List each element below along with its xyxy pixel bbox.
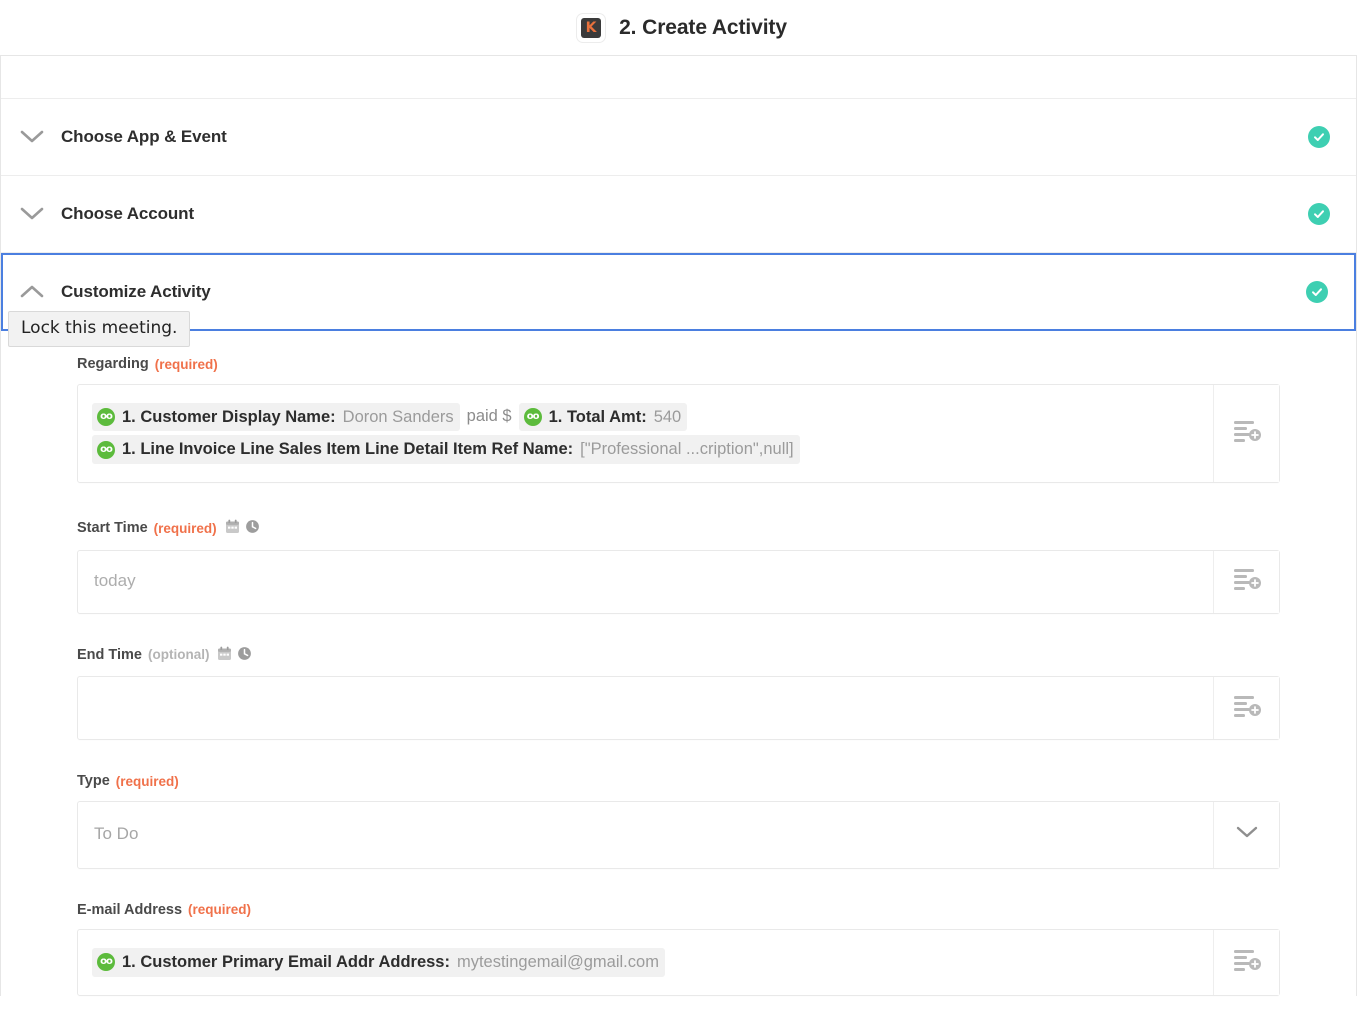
field-type: Type (required) To Do [1,774,1356,869]
section-title: Choose App & Event [61,127,1308,147]
quickbooks-icon: oo [97,408,115,426]
field-label-end-time: End Time (optional) [77,646,1280,665]
field-label-start-time: Start Time (required) [77,519,1280,538]
field-label-regarding: Regarding (required) [77,357,1280,372]
required-marker: (required) [154,522,217,536]
insert-data-icon [1232,565,1262,598]
regarding-input-wrap[interactable]: oo 1. Customer Display Name: Doron Sande… [77,384,1280,484]
email-address-input[interactable]: oo 1. Customer Primary Email Addr Addres… [78,930,1213,995]
tooltip-lock-this-meeting: Lock this meeting. [8,311,190,347]
field-end-time: End Time (optional) [1,646,1356,741]
step-header: K 2. Create Activity [0,0,1364,55]
chevron-down-icon [1235,825,1259,845]
insert-data-button-end-time[interactable] [1213,677,1279,739]
label-icons [225,519,260,538]
token-value: Doron Sanders [343,405,454,430]
status-badge-complete [1308,203,1330,225]
create-activity-page: K 2. Create Activity Choose App & Event … [0,0,1364,1036]
insert-data-icon [1232,417,1262,450]
quickbooks-icon: oo [524,408,542,426]
sidebar-item-choose-account[interactable]: Choose Account [1,176,1356,253]
calendar-icon [225,519,240,538]
status-badge-complete [1306,281,1328,303]
label-text: Start Time [77,521,148,536]
token-key: 1. Line Invoice Line Sales Item Line Det… [122,437,573,462]
field-start-time: Start Time (required) [1,519,1356,614]
data-token[interactable]: oo 1. Customer Display Name: Doron Sande… [92,403,460,432]
data-token[interactable]: oo 1. Line Invoice Line Sales Item Line … [92,435,800,464]
insert-data-icon [1232,946,1262,979]
insert-data-button-regarding[interactable] [1213,385,1279,483]
section-title: Choose Account [61,204,1308,224]
regarding-input[interactable]: oo 1. Customer Display Name: Doron Sande… [78,385,1213,483]
quickbooks-icon: oo [97,953,115,971]
card-top-strip [1,56,1356,99]
status-badge-complete [1308,126,1330,148]
token-key: 1. Total Amt: [549,405,647,430]
clock-icon [245,519,260,538]
data-token[interactable]: oo 1. Customer Primary Email Addr Addres… [92,948,665,977]
data-token[interactable]: oo 1. Total Amt: 540 [519,403,688,432]
token-key: 1. Customer Primary Email Addr Address: [122,950,450,975]
insert-data-icon [1232,692,1262,725]
label-icons [217,646,252,665]
required-marker: (required) [155,358,218,372]
label-text: End Time [77,648,142,663]
sidebar-item-customize-activity[interactable]: Customize Activity [1,253,1356,331]
field-email-address: E-mail Address (required) oo 1. Customer… [1,903,1356,996]
label-text: Regarding [77,357,149,372]
start-time-placeholder: today [94,568,136,594]
field-regarding: Regarding (required) oo 1. Customer Disp… [1,357,1356,483]
type-select-value[interactable]: To Do [78,802,1213,868]
field-label-type: Type (required) [77,774,1280,789]
type-select-wrap[interactable]: To Do [77,801,1280,869]
field-label-email-address: E-mail Address (required) [77,903,1280,918]
chevron-down-icon[interactable] [17,122,47,152]
section-title: Customize Activity [61,282,1306,302]
token-value: 540 [654,405,682,430]
end-time-input-wrap[interactable] [77,676,1280,740]
keap-app-icon: K [577,14,605,42]
step-card: Choose App & Event Choose Account Custom… [0,55,1357,996]
chevron-up-icon[interactable] [17,277,47,307]
chevron-down-icon[interactable] [17,199,47,229]
optional-marker: (optional) [148,648,209,662]
clock-icon [237,646,252,665]
end-time-input[interactable] [78,677,1213,739]
sidebar-item-choose-app-event[interactable]: Choose App & Event [1,99,1356,176]
required-marker: (required) [116,775,179,789]
start-time-input-wrap[interactable]: today [77,550,1280,614]
app-icon-letter: K [581,18,601,38]
token-value: ["Professional ...cription",null] [580,437,793,462]
type-select-toggle[interactable] [1213,802,1279,868]
label-text: Type [77,774,110,789]
insert-data-button-email-address[interactable] [1213,930,1279,995]
page-title: 2. Create Activity [619,16,787,40]
insert-data-button-start-time[interactable] [1213,551,1279,613]
email-address-input-wrap[interactable]: oo 1. Customer Primary Email Addr Addres… [77,929,1280,996]
token-key: 1. Customer Display Name: [122,405,336,430]
start-time-input[interactable]: today [78,551,1213,613]
required-marker: (required) [188,903,251,917]
customize-activity-form: Regarding (required) oo 1. Customer Disp… [1,331,1356,996]
label-text: E-mail Address [77,903,182,918]
regarding-separator-text: paid $ [467,404,512,430]
token-value: mytestingemail@gmail.com [457,950,659,975]
calendar-icon [217,646,232,665]
quickbooks-icon: oo [97,441,115,459]
